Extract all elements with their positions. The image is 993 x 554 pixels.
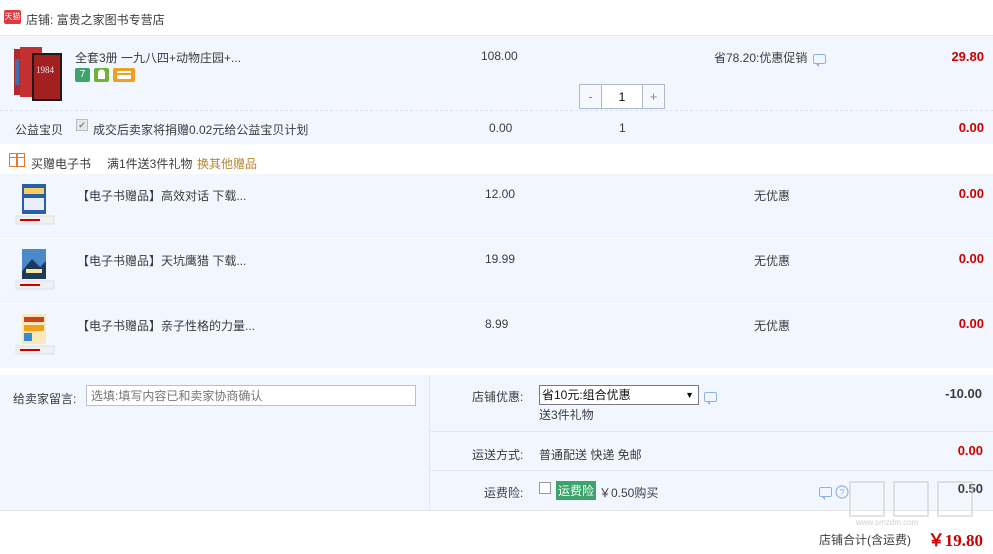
shop-total-bar: 店铺合计(含运费) ￥19.80 (0, 510, 993, 554)
shipping-amount: 0.00 (957, 443, 983, 458)
watermark-url: www.smzdm.com (855, 518, 919, 527)
tmall-icon: 天猫 (4, 10, 21, 24)
book-cover-image[interactable]: 1984 (14, 45, 64, 101)
gift-item-discount: 无优惠 (754, 189, 791, 203)
gift-book-thumbnail[interactable] (14, 314, 56, 356)
divider (430, 470, 993, 471)
gift-item-subtotal: 0.00 (958, 251, 984, 266)
watermark-logo: www.smzdm.com (848, 480, 974, 527)
gift-item-price: 8.99 (485, 317, 509, 331)
shop-total-label: 店铺合计(含运费) (819, 533, 911, 547)
divider (430, 431, 993, 432)
item-unit-price: 108.00 (481, 49, 518, 63)
item-subtotal: 29.80 (951, 49, 984, 64)
insurance-checkbox[interactable] (539, 482, 551, 494)
gift-item-price: 19.99 (485, 252, 516, 266)
order-item-row: 1984 全套3册 一九八四+动物庄园+... 7 108.00 - + 省78… (0, 37, 993, 111)
gift-item-row: 【电子书赠品】高效对话 下载... 12.00 无优惠 0.00 (0, 174, 993, 239)
gift-item-discount: 无优惠 (754, 319, 791, 333)
gift-item-price: 12.00 (485, 187, 516, 201)
shop-discount-select[interactable]: 省10元:组合优惠 ▼ (539, 385, 699, 405)
item-discount: 省78.20:优惠促销 (714, 49, 827, 67)
seller-message-input[interactable] (86, 385, 416, 406)
gift-rule-label: 满1件送3件礼物 (107, 157, 193, 171)
charity-checkbox: ✔ (76, 119, 88, 131)
shop-discount-selected: 省10元:组合优惠 (542, 388, 631, 402)
message-icon[interactable] (819, 486, 832, 500)
charity-quantity: 1 (619, 121, 626, 135)
discount-text: 省78.20:优惠促销 (714, 51, 808, 65)
quantity-increase-button[interactable]: + (643, 85, 664, 108)
insurance-label: 运费险: (484, 486, 524, 500)
shop-discount-label: 店铺优惠: (472, 390, 524, 404)
insurance-icons: ? (819, 484, 849, 500)
insurance-price: ￥0.50购买 (599, 486, 659, 500)
shop-header: 天猫 店铺: 富贵之家图书专营店 (0, 0, 993, 36)
gift-item-row: 【电子书赠品】天坑鹰猎 下载... 19.99 无优惠 0.00 (0, 239, 993, 304)
charity-text: 成交后卖家将捐赠0.02元给公益宝贝计划 (93, 123, 309, 137)
gift-item-title[interactable]: 【电子书赠品】亲子性格的力量... (77, 317, 255, 334)
gift-item-subtotal: 0.00 (958, 186, 984, 201)
gift-item-discount: 无优惠 (754, 254, 791, 268)
item-badges: 7 (75, 68, 135, 82)
shop-discount-gift-note: 送3件礼物 (539, 408, 594, 422)
cover-text: 1984 (36, 65, 55, 75)
gift-item-title[interactable]: 【电子书赠品】天坑鹰猎 下载... (77, 252, 246, 269)
charity-price: 0.00 (489, 121, 513, 135)
gift-icon (9, 153, 25, 167)
gift-book-thumbnail[interactable] (14, 249, 56, 291)
quantity-input[interactable] (601, 85, 643, 108)
gift-item-subtotal: 0.00 (958, 316, 984, 331)
charity-row: 公益宝贝 ✔ 成交后卖家将捐赠0.02元给公益宝贝计划 0.00 1 0.00 (0, 111, 993, 144)
shop-name[interactable]: 店铺: 富贵之家图书专营店 (26, 11, 165, 28)
shop-discount-message-icon[interactable] (704, 389, 717, 405)
credit-card-icon (113, 68, 135, 82)
gift-item-title[interactable]: 【电子书赠品】高效对话 下载... (77, 187, 246, 204)
android-icon (94, 68, 109, 82)
shipping-method: 普通配送 快递 免邮 (539, 448, 642, 462)
quantity-stepper: - + (579, 84, 665, 109)
insurance-tag: 运费险 (556, 481, 597, 500)
message-icon[interactable] (813, 53, 827, 67)
svg-text:?: ? (840, 487, 845, 497)
quantity-decrease-button[interactable]: - (580, 85, 601, 108)
item-title-link[interactable]: 全套3册 一九八四+动物庄园+... (75, 49, 241, 66)
shop-total-amount: ￥19.80 (927, 531, 983, 550)
gift-item-row: 【电子书赠品】亲子性格的力量... 8.99 无优惠 0.00 (0, 304, 993, 369)
charity-label: 公益宝贝 (15, 123, 64, 137)
seller-message-label: 给卖家留言: (13, 392, 77, 406)
seven-day-return-icon: 7 (75, 68, 90, 82)
message-icon[interactable] (704, 391, 717, 405)
change-gift-link[interactable]: 换其他赠品 (197, 155, 257, 172)
divider (429, 375, 430, 510)
gift-header: 买赠电子书 满1件送3件礼物 换其他赠品 (0, 144, 993, 174)
shipping-label: 运送方式: (472, 448, 524, 462)
gift-buy-label: 买赠电子书 (31, 157, 92, 171)
charity-subtotal: 0.00 (958, 120, 984, 135)
dropdown-arrow-icon: ▼ (685, 390, 694, 400)
shop-discount-amount: -10.00 (945, 386, 982, 401)
gift-book-thumbnail[interactable] (14, 184, 56, 226)
